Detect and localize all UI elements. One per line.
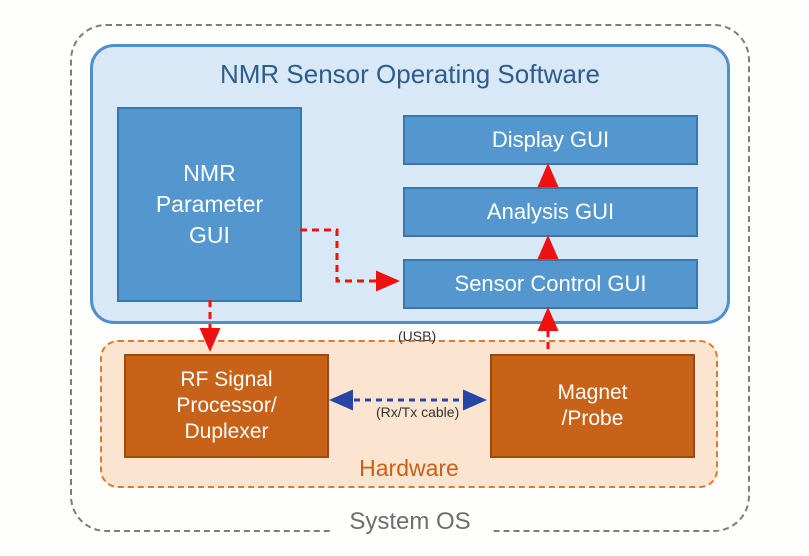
rf-text: RF Signal Processor/ Duplexer xyxy=(176,367,276,446)
system-os-label: System OS xyxy=(330,508,490,536)
sensor-control-gui-box: Sensor Control GUI xyxy=(403,259,698,309)
rxtx-label: (Rx/Tx cable) xyxy=(376,404,459,420)
nmr-parameter-gui-box: NMR Parameter GUI xyxy=(117,107,302,302)
sensor-control-gui-text: Sensor Control GUI xyxy=(455,271,647,297)
analysis-gui-box: Analysis GUI xyxy=(403,187,698,237)
hardware-label: Hardware xyxy=(102,455,716,482)
display-gui-text: Display GUI xyxy=(492,127,609,153)
nmr-param-text: NMR Parameter GUI xyxy=(156,158,263,251)
magnet-probe-box: Magnet /Probe xyxy=(490,354,695,458)
rf-signal-processor-box: RF Signal Processor/ Duplexer xyxy=(124,354,329,458)
software-container: NMR Sensor Operating Software NMR Parame… xyxy=(90,44,730,324)
magnet-text: Magnet /Probe xyxy=(557,380,627,433)
software-title: NMR Sensor Operating Software xyxy=(93,59,727,90)
display-gui-box: Display GUI xyxy=(403,115,698,165)
analysis-gui-text: Analysis GUI xyxy=(487,199,614,225)
usb-label: (USB) xyxy=(398,328,436,344)
